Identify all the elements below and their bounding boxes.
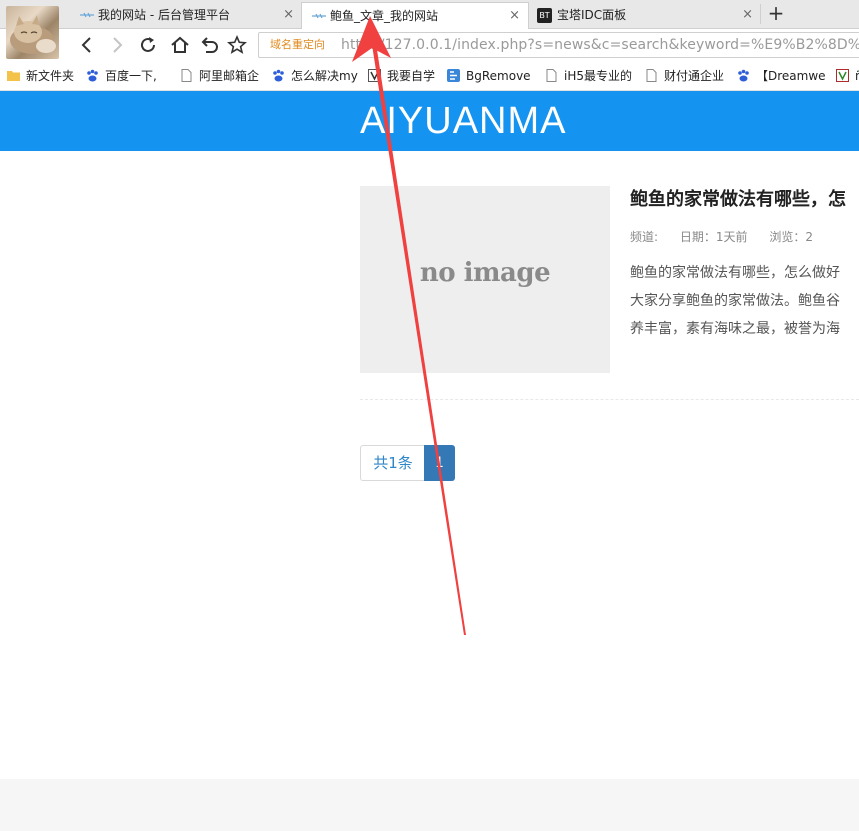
tab-article-search[interactable]: 鲍鱼_文章_我的网站 × (301, 2, 529, 29)
tab-strip: 我的网站 - 后台管理平台 × 鲍鱼_文章_我的网站 × BT 宝塔IDC面板 … (0, 0, 859, 29)
tab-bt-panel[interactable]: BT 宝塔IDC面板 × (529, 2, 761, 28)
bookmark-item[interactable]: 阿里邮箱企 (180, 63, 264, 90)
url-text[interactable]: http://127.0.0.1/index.php?s=news&c=sear… (341, 33, 859, 57)
tab-close-icon[interactable]: × (742, 2, 753, 28)
new-tab-button[interactable]: + (762, 0, 790, 28)
bookmark-label: 财付通企业 (664, 69, 725, 83)
article-meta: 频道: 日期：1天前 浏览：2 (630, 228, 831, 246)
tab-label: 宝塔IDC面板 (557, 8, 627, 22)
baidu-icon (273, 69, 284, 82)
forward-icon[interactable] (106, 34, 128, 56)
article-thumbnail[interactable]: no image (360, 186, 610, 373)
page-icon (646, 69, 657, 82)
baidu-icon (738, 69, 749, 82)
site-header: AIYUANMA (0, 91, 859, 151)
bookmark-item[interactable]: 百度一下, (86, 63, 166, 90)
bookmark-label: 阿里邮箱企 (199, 69, 260, 83)
bookmark-label: iH5最专业的 (564, 69, 632, 83)
bookmark-label: 百度一下, (105, 69, 157, 83)
no-image-placeholder: no image (419, 258, 551, 288)
bookmark-item[interactable]: 新文件夹 (7, 63, 79, 90)
site-favicon-icon (80, 12, 94, 18)
page-icon (181, 69, 192, 82)
page-footer (0, 779, 859, 831)
bookmark-star-icon[interactable] (226, 34, 248, 56)
article-title[interactable]: 鲍鱼的家常做法有哪些，怎 (630, 186, 846, 214)
kitten-avatar-icon (10, 15, 56, 54)
tab-label: 我的网站 - 后台管理平台 (98, 8, 230, 22)
home-icon[interactable] (169, 34, 191, 56)
pagination-total: 共1条 (360, 445, 425, 481)
article-views: 浏览：2 (769, 230, 813, 244)
bookmark-item[interactable]: BgRemove (447, 63, 533, 90)
bookmark-item[interactable]: ñ (836, 63, 859, 90)
article-date: 日期：1天前 (679, 230, 748, 244)
tab-separator (760, 4, 761, 24)
bookmark-label: BgRemove (466, 69, 531, 83)
bookmark-label: 我要自学 (387, 69, 436, 83)
bookmark-label: 新文件夹 (26, 69, 75, 83)
site-icon (368, 69, 381, 82)
bookmark-item[interactable]: 怎么解决my (272, 63, 358, 90)
user-avatar[interactable] (6, 6, 59, 59)
bt-favicon-icon: BT (537, 8, 552, 23)
folder-icon (7, 71, 20, 81)
bookmarks-bar: 新文件夹 百度一下, 阿里邮箱企 怎么解决my 我要自学 BgRemove iH… (0, 63, 859, 91)
list-divider (360, 399, 859, 400)
bookmark-label: ñ (855, 69, 859, 83)
bookmark-item[interactable]: 【Dreamwe (737, 63, 827, 90)
redirect-label: 域名重定向 (270, 38, 325, 51)
bookmark-item[interactable]: iH5最专业的 (545, 63, 633, 90)
pagination-current-page[interactable]: 1 (424, 445, 455, 481)
site-favicon-icon (312, 13, 326, 19)
tab-close-icon[interactable]: × (509, 3, 520, 29)
baidu-icon (87, 69, 98, 82)
tab-admin-panel[interactable]: 我的网站 - 后台管理平台 × (70, 2, 302, 28)
excerpt-line: 鲍鱼的家常做法有哪些，怎么做好 (630, 265, 840, 281)
bookmark-item[interactable]: 我要自学 (368, 63, 440, 90)
address-bar[interactable]: 域名重定向 http://127.0.0.1/index.php?s=news&… (258, 32, 859, 58)
tab-close-icon[interactable]: × (283, 2, 294, 28)
reload-icon[interactable] (137, 34, 159, 56)
article-channel: 频道: (630, 230, 659, 244)
excerpt-line: 大家分享鲍鱼的家常做法。鲍鱼谷 (630, 293, 840, 309)
tab-label: 鲍鱼_文章_我的网站 (330, 9, 439, 23)
site-icon (836, 69, 849, 82)
undo-icon[interactable] (198, 34, 220, 56)
navigation-bar: 域名重定向 http://127.0.0.1/index.php?s=news&… (0, 29, 859, 62)
bg-icon (447, 69, 460, 82)
bookmark-item[interactable]: 财付通企业 (645, 63, 727, 90)
page-icon (546, 69, 557, 82)
excerpt-line: 养丰富，素有海味之最，被誉为海 (630, 321, 840, 337)
back-icon[interactable] (76, 34, 98, 56)
site-logo-title[interactable]: AIYUANMA (360, 91, 566, 151)
article-excerpt: 鲍鱼的家常做法有哪些，怎么做好 大家分享鲍鱼的家常做法。鲍鱼谷 养丰富，素有海味… (630, 259, 859, 343)
bookmark-label: 怎么解决my (291, 69, 358, 83)
bookmark-label: 【Dreamwe (756, 69, 826, 83)
